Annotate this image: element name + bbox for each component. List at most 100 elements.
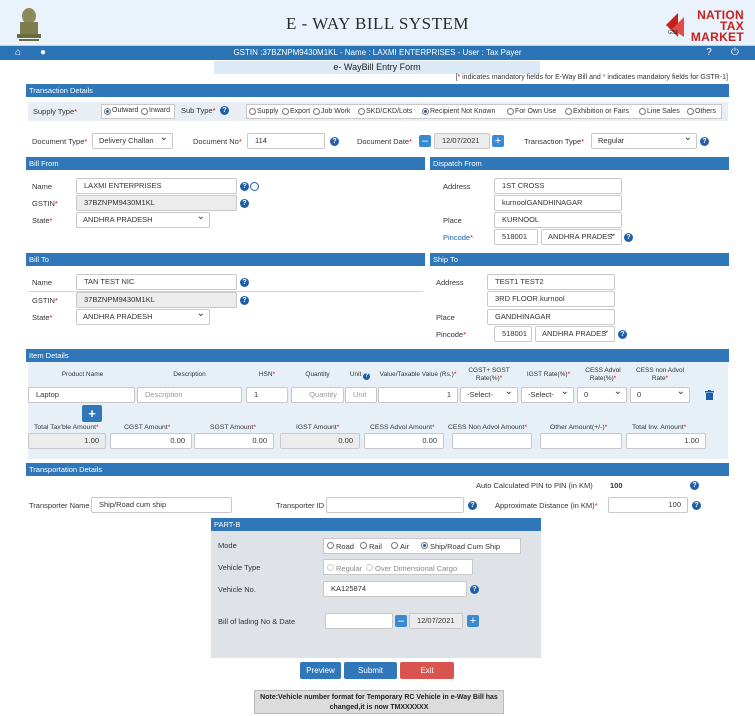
transporter-name-input[interactable]: Ship/Road cum ship [91, 497, 232, 513]
lading-date-input[interactable]: 12/07/2021 [409, 613, 463, 629]
item-quantity-input[interactable]: Quantity [291, 387, 344, 403]
transporter-id-input[interactable] [326, 497, 464, 513]
item-product-input[interactable]: Laptop [28, 387, 135, 403]
cgst-amount-input[interactable]: 0.00 [110, 433, 192, 449]
radio-supply-label: Supply [257, 108, 279, 115]
total-taxable-input[interactable]: 1.00 [28, 433, 106, 449]
radio-mode-rail[interactable] [360, 542, 367, 549]
bill-from-name-input[interactable]: LAXMI ENTERPRISES [76, 178, 237, 194]
radio-mode-road[interactable] [327, 542, 334, 549]
transporter-id-help-icon[interactable]: ? [468, 501, 477, 510]
ship-pincode-help-icon[interactable]: ? [618, 330, 627, 339]
radio-supply[interactable] [249, 108, 256, 115]
bill-to-gstin-input[interactable]: 37BZNPM9430M1KL [76, 292, 237, 308]
transaction-type-help-icon[interactable]: ? [700, 137, 709, 146]
add-item-button[interactable]: + [82, 405, 102, 422]
radio-line-sales[interactable] [639, 108, 646, 115]
date-decrement-button[interactable]: – [419, 135, 431, 147]
bill-to-name-label: Name [32, 278, 53, 287]
other-amount-input[interactable] [540, 433, 622, 449]
section-transportation: Transportation Details [26, 463, 729, 476]
item-hsn-input[interactable]: 1 [246, 387, 288, 403]
radio-inward[interactable] [141, 108, 148, 115]
lading-date-decrement-button[interactable]: – [395, 615, 407, 627]
approx-distance-help-icon[interactable]: ? [692, 501, 701, 510]
bill-to-state-select[interactable]: ANDHRA PRADESH [76, 307, 210, 325]
submit-button[interactable]: Submit [344, 662, 397, 679]
radio-vehicle-odc[interactable] [366, 564, 373, 571]
bill-from-state-select[interactable]: ANDHRA PRADESH [76, 210, 210, 228]
radio-exhibition[interactable] [565, 108, 572, 115]
item-cess-advol-select[interactable]: 0 [577, 385, 627, 403]
item-cgst-sgst-select[interactable]: -Select- [460, 385, 518, 403]
item-igst-select[interactable]: -Select- [521, 385, 574, 403]
auto-pin-help-icon[interactable]: ? [690, 481, 699, 490]
preview-button[interactable]: Preview [300, 662, 341, 679]
radio-recipient-not-known[interactable] [422, 108, 429, 115]
col-igst: IGST Rate(%)* [526, 371, 571, 378]
document-date-input[interactable]: 12/07/2021 [434, 133, 490, 149]
cess-non-advol-amount-input[interactable] [452, 433, 532, 449]
radio-mode-ship-road[interactable] [421, 542, 428, 549]
ship-state-select[interactable]: ANDHRA PRADES [535, 324, 615, 342]
bill-to-name-help-icon[interactable]: ? [240, 278, 249, 287]
radio-own-use[interactable] [507, 108, 514, 115]
total-inv-amount-input[interactable]: 1.00 [626, 433, 706, 449]
radio-export[interactable] [282, 108, 289, 115]
radio-job-work[interactable] [313, 108, 320, 115]
vehicle-no-help-icon[interactable]: ? [470, 585, 479, 594]
item-cess-non-advol-select[interactable]: 0 [630, 385, 690, 403]
date-increment-button[interactable]: + [492, 135, 504, 147]
bill-from-gstin-input[interactable]: 37BZNPM9430M1KL [76, 195, 237, 211]
section-bill-to: Bill To [26, 253, 425, 266]
radio-skd-ckd-label: SKD/CKD/Lots [366, 108, 413, 115]
exit-button[interactable]: Exit [400, 662, 454, 679]
ship-address-line1[interactable]: TEST1 TEST2 [487, 274, 615, 290]
ship-address-line2[interactable]: 3RD FLOOR kurnool [487, 291, 615, 307]
unit-help-icon[interactable]: ? [363, 373, 371, 380]
bill-to-name-input[interactable]: TAN TEST NIC [76, 274, 237, 290]
bill-from-name-help-icon[interactable]: ? [240, 182, 249, 191]
lading-no-input[interactable] [325, 613, 393, 629]
item-description-input[interactable]: Description [137, 387, 242, 403]
dispatch-pincode-input[interactable]: 518001 [494, 229, 538, 245]
bill-to-gstin-label: GSTIN* [32, 296, 58, 305]
help-icon[interactable]: ? [703, 47, 715, 59]
igst-amount-input[interactable]: 0.00 [280, 433, 360, 449]
bill-to-gstin-help-icon[interactable]: ? [240, 296, 249, 305]
other-amount-label: Other Amount(+/-)* [550, 424, 608, 431]
cess-advol-amount-input[interactable]: 0.00 [364, 433, 444, 449]
approx-distance-input[interactable]: 100 [608, 497, 688, 513]
lading-date-increment-button[interactable]: + [467, 615, 479, 627]
power-icon[interactable]: ⏻ [729, 47, 741, 59]
transaction-type-select[interactable]: Regular [591, 131, 697, 149]
document-no-help-icon[interactable]: ? [330, 137, 339, 146]
col-description: Description [173, 371, 206, 378]
sgst-amount-input[interactable]: 0.00 [194, 433, 274, 449]
document-type-label: Document Type* [32, 137, 88, 146]
dispatch-pincode-help-icon[interactable]: ? [624, 233, 633, 242]
radio-skd-ckd[interactable] [358, 108, 365, 115]
radio-vehicle-regular[interactable] [327, 564, 334, 571]
mode-label: Mode [218, 541, 237, 550]
sub-type-help-icon[interactable]: ? [220, 106, 229, 115]
item-unit-input[interactable]: Unit [345, 387, 377, 403]
bill-from-gstin-help-icon[interactable]: ? [240, 199, 249, 208]
radio-mode-air[interactable] [391, 542, 398, 549]
ship-place-input[interactable]: GANDHINAGAR [487, 309, 615, 325]
document-type-select[interactable]: Delivery Challan [92, 131, 173, 149]
document-no-input[interactable]: 114 [247, 133, 325, 149]
vehicle-no-input[interactable]: KA125874 [323, 581, 467, 597]
col-cess-non-advol: CESS non Advol Rate* [635, 367, 685, 382]
dispatch-address-line2[interactable]: kurnoolGANDHINAGAR [494, 195, 622, 211]
dispatch-place-input[interactable]: KURNOOL [494, 212, 622, 228]
radio-outward[interactable] [104, 108, 111, 115]
dispatch-state-select[interactable]: ANDHRA PRADES [541, 227, 622, 245]
delete-row-icon[interactable] [705, 390, 714, 400]
item-taxable-value-input[interactable]: 1 [378, 387, 458, 403]
radio-others[interactable] [687, 108, 694, 115]
bill-from-view-icon[interactable] [250, 182, 259, 191]
logo-line-3: MARKET [690, 30, 744, 44]
dispatch-address-line1[interactable]: 1ST CROSS [494, 178, 622, 194]
ship-pincode-input[interactable]: 518001 [494, 326, 532, 342]
